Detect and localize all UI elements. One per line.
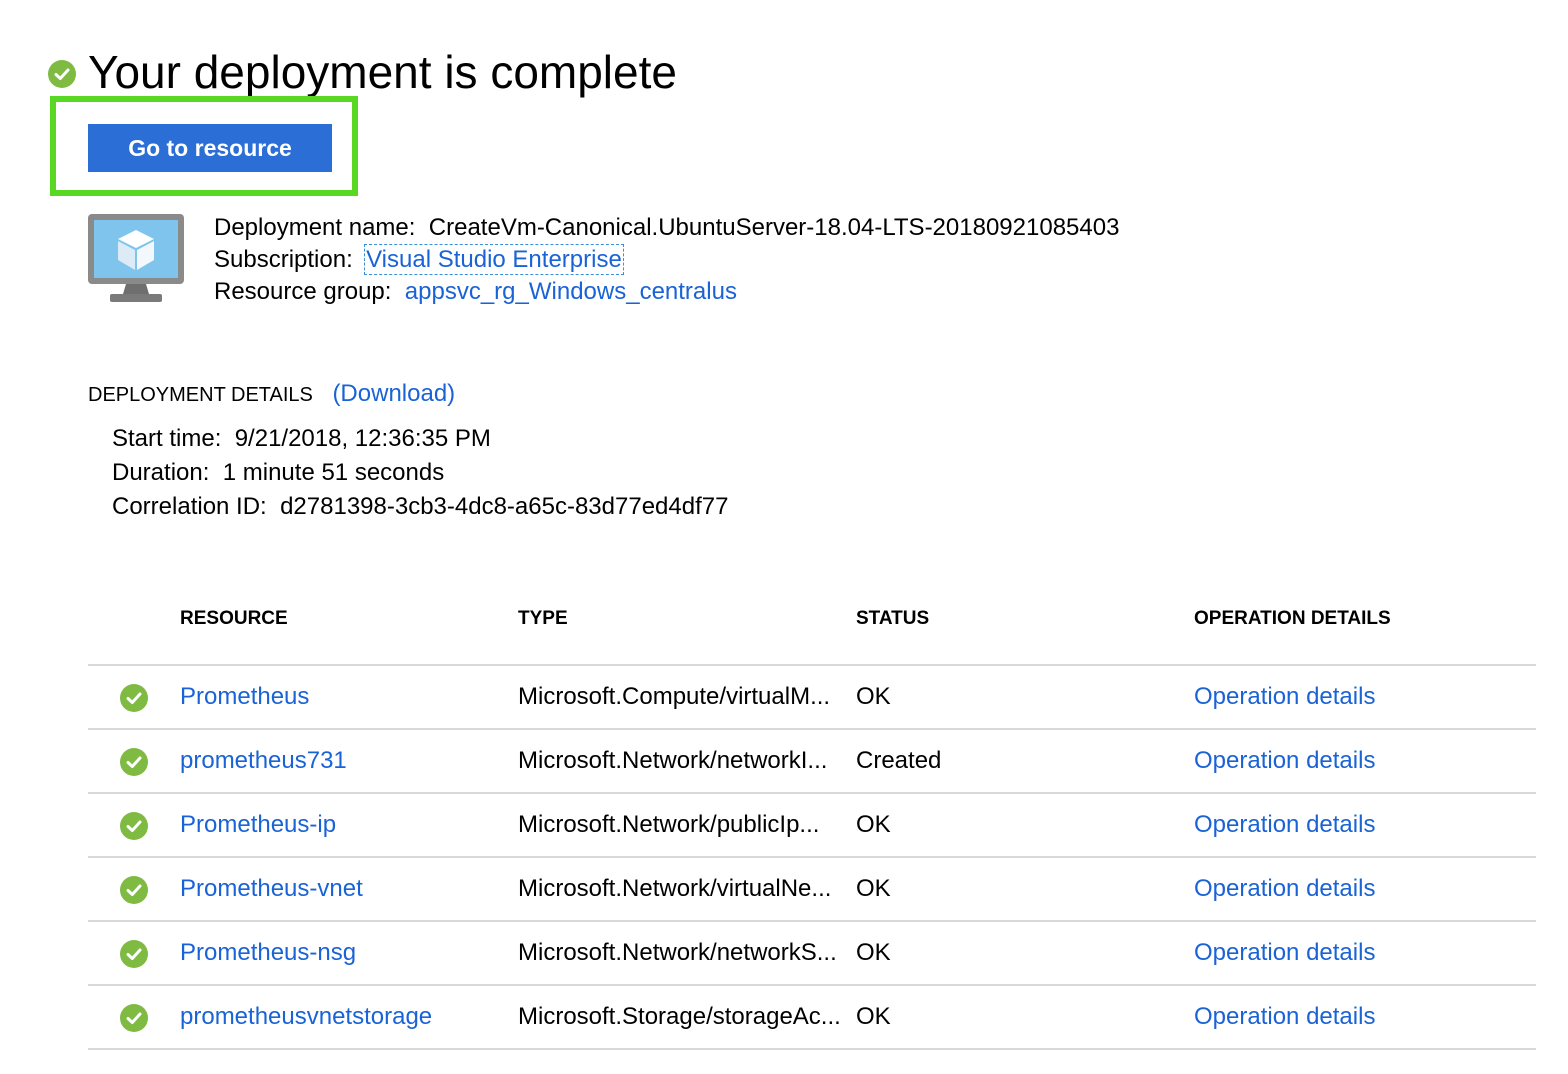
resource-link[interactable]: Prometheus-ip xyxy=(180,809,336,841)
operation-details-link[interactable]: Operation details xyxy=(1194,937,1375,969)
operation-details-link[interactable]: Operation details xyxy=(1194,1001,1375,1033)
deployment-name-label: Deployment name: xyxy=(214,214,416,241)
resource-link[interactable]: Prometheus-nsg xyxy=(180,937,356,969)
subscription-link[interactable]: Visual Studio Enterprise xyxy=(364,244,624,275)
resource-type: Microsoft.Network/networkI... xyxy=(518,747,828,774)
resource-status: OK xyxy=(856,811,891,838)
table-row: Prometheus-ip Microsoft.Network/publicIp… xyxy=(88,794,1536,858)
deployment-name-value: CreateVm-Canonical.UbuntuServer-18.04-LT… xyxy=(428,214,1120,241)
resource-type: Microsoft.Network/virtualNe... xyxy=(518,875,832,902)
table-row: Prometheus-vnet Microsoft.Network/virtua… xyxy=(88,858,1536,922)
duration-value: 1 minute 51 seconds xyxy=(222,459,445,486)
resources-table: RESOURCE TYPE STATUS OPERATION DETAILS P… xyxy=(88,596,1536,1050)
operation-details-link[interactable]: Operation details xyxy=(1194,681,1375,713)
virtual-machine-icon xyxy=(88,214,184,306)
column-header-operation-details: OPERATION DETAILS xyxy=(1194,608,1391,629)
download-link[interactable]: (Download) xyxy=(332,380,455,407)
resource-type: Microsoft.Storage/storageAc... xyxy=(518,1003,841,1030)
resource-link[interactable]: Prometheus-vnet xyxy=(180,873,363,905)
table-row: prometheus731 Microsoft.Network/networkI… xyxy=(88,730,1536,794)
check-circle-icon xyxy=(120,684,148,712)
table-row: Prometheus-nsg Microsoft.Network/network… xyxy=(88,922,1536,986)
check-circle-icon xyxy=(120,940,148,968)
check-circle-icon xyxy=(48,60,76,88)
subscription-row: Subscription: Visual Studio Enterprise xyxy=(214,244,1119,276)
duration-row: Duration: 1 minute 51 seconds xyxy=(112,456,728,490)
table-row: Prometheus Microsoft.Compute/virtualM...… xyxy=(88,666,1536,730)
correlation-id-label: Correlation ID: xyxy=(112,493,267,520)
operation-details-link[interactable]: Operation details xyxy=(1194,873,1375,905)
correlation-id-value: d2781398-3cb3-4dc8-a65c-83d77ed4df77 xyxy=(280,493,729,520)
column-header-status: STATUS xyxy=(856,608,930,629)
column-header-resource: RESOURCE xyxy=(180,608,288,629)
resource-type: Microsoft.Compute/virtualM... xyxy=(518,683,831,710)
resource-link[interactable]: Prometheus xyxy=(180,681,309,713)
deployment-summary: Deployment name: CreateVm-Canonical.Ubun… xyxy=(214,212,1119,308)
resource-status: Created xyxy=(856,747,942,774)
page-header: Your deployment is complete xyxy=(48,44,677,100)
resource-status: OK xyxy=(856,939,891,966)
resource-link[interactable]: prometheus731 xyxy=(180,745,347,777)
resource-link[interactable]: prometheusvnetstorage xyxy=(180,1001,432,1033)
deployment-details: Start time: 9/21/2018, 12:36:35 PM Durat… xyxy=(112,422,728,524)
deployment-details-heading: DEPLOYMENT DETAILS (Download) xyxy=(88,378,455,411)
deployment-details-title: DEPLOYMENT DETAILS xyxy=(88,384,313,406)
check-circle-icon xyxy=(120,1004,148,1032)
table-header: RESOURCE TYPE STATUS OPERATION DETAILS xyxy=(88,596,1536,666)
subscription-label: Subscription: xyxy=(214,246,353,273)
resource-status: OK xyxy=(856,875,891,902)
start-time-value: 9/21/2018, 12:36:35 PM xyxy=(234,425,491,452)
check-circle-icon xyxy=(120,748,148,776)
resource-group-label: Resource group: xyxy=(214,278,392,305)
resource-status: OK xyxy=(856,683,891,710)
page-title: Your deployment is complete xyxy=(88,46,677,98)
operation-details-link[interactable]: Operation details xyxy=(1194,809,1375,841)
start-time-label: Start time: xyxy=(112,425,222,452)
resource-status: OK xyxy=(856,1003,891,1030)
check-circle-icon xyxy=(120,876,148,904)
go-to-resource-button[interactable]: Go to resource xyxy=(88,124,332,172)
table-row: prometheusvnetstorage Microsoft.Storage/… xyxy=(88,986,1536,1050)
deployment-name-row: Deployment name: CreateVm-Canonical.Ubun… xyxy=(214,212,1119,244)
resource-type: Microsoft.Network/networkS... xyxy=(518,939,837,966)
check-circle-icon xyxy=(120,812,148,840)
start-time-row: Start time: 9/21/2018, 12:36:35 PM xyxy=(112,422,728,456)
resource-group-link[interactable]: appsvc_rg_Windows_centralus xyxy=(405,278,737,305)
duration-label: Duration: xyxy=(112,459,210,486)
operation-details-link[interactable]: Operation details xyxy=(1194,745,1375,777)
resource-group-row: Resource group: appsvc_rg_Windows_centra… xyxy=(214,276,1119,308)
resource-type: Microsoft.Network/publicIp... xyxy=(518,811,820,838)
correlation-id-row: Correlation ID: d2781398-3cb3-4dc8-a65c-… xyxy=(112,490,728,524)
column-header-type: TYPE xyxy=(518,608,568,629)
